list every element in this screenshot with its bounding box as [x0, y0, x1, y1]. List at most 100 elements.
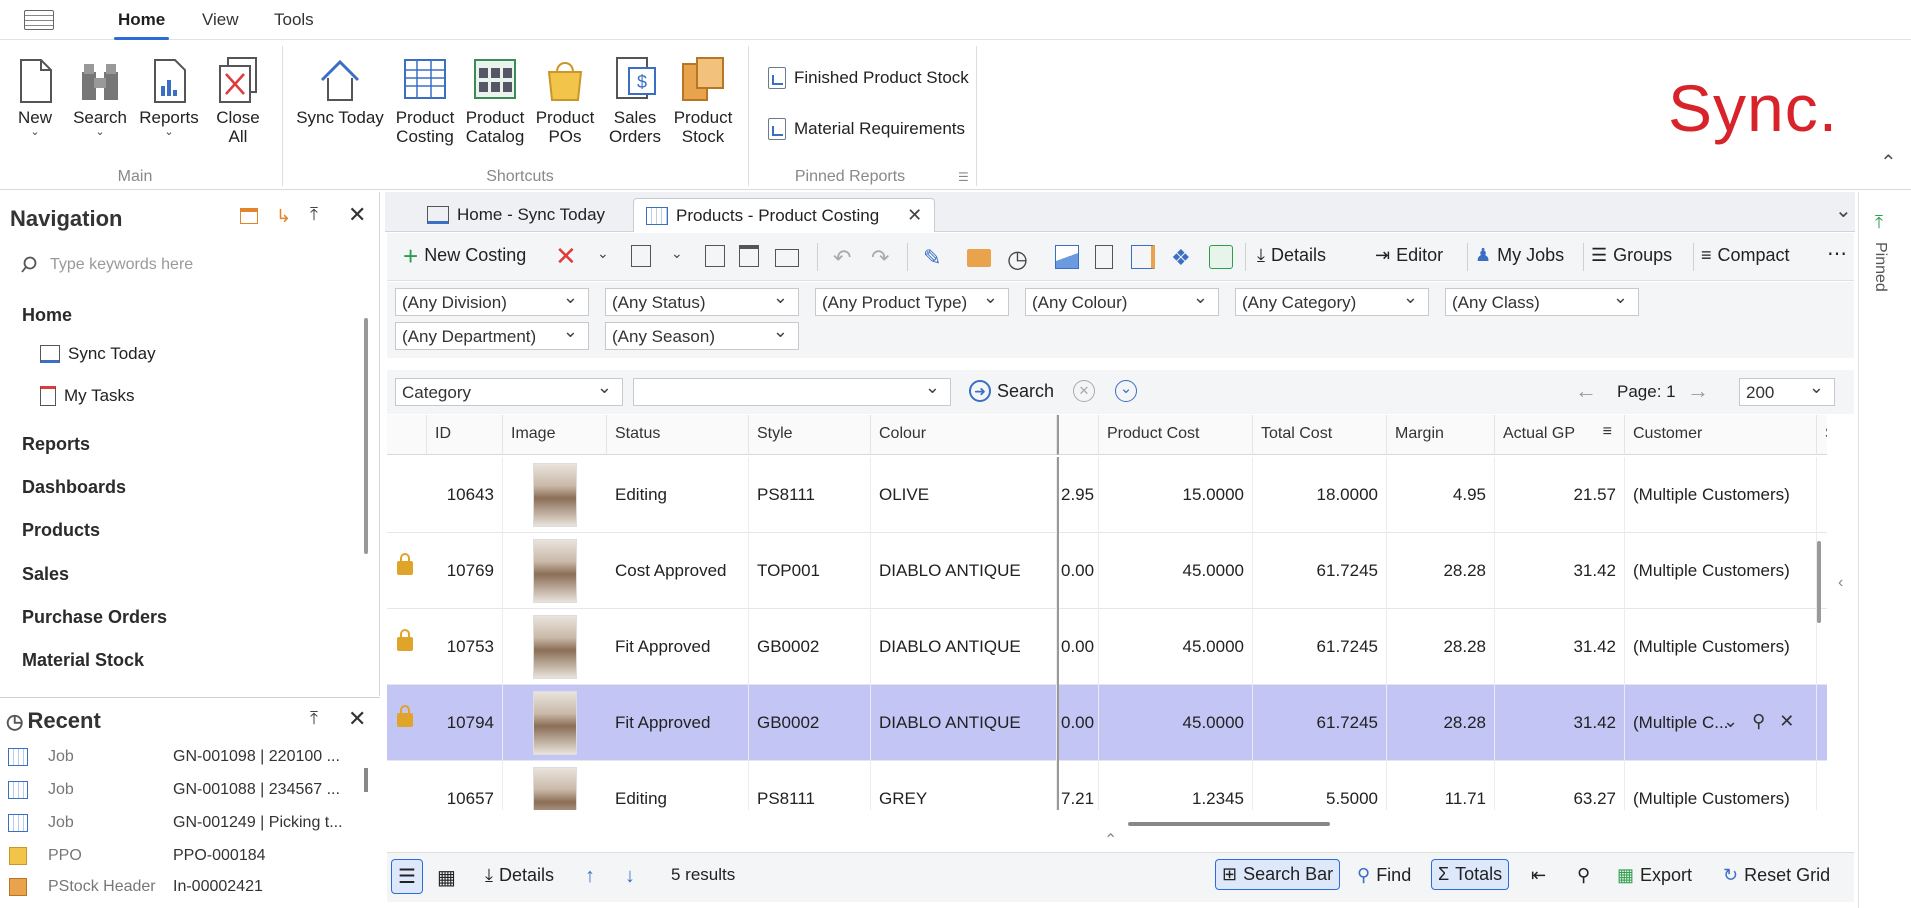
- cell-style[interactable]: PS8111: [749, 457, 871, 533]
- paste-icon[interactable]: [739, 245, 759, 267]
- pin-icon[interactable]: ⤒: [310, 204, 318, 225]
- nav-search-field[interactable]: Type keywords here: [20, 250, 360, 280]
- cell-actual-gp[interactable]: 31.42: [1495, 533, 1625, 609]
- product-image[interactable]: [533, 463, 577, 527]
- tab-view[interactable]: View: [202, 10, 239, 30]
- cell-id[interactable]: 10657: [427, 761, 503, 810]
- cell-style[interactable]: GB0002: [749, 685, 871, 761]
- cell-status[interactable]: Editing: [607, 457, 749, 533]
- document-icon[interactable]: [1095, 245, 1113, 269]
- recent-item[interactable]: Job GN-001098 | 220100 ...: [0, 740, 360, 773]
- money-icon[interactable]: [1209, 245, 1233, 269]
- find-button[interactable]: ⚲ Find: [1357, 865, 1411, 886]
- tab-tools[interactable]: Tools: [274, 10, 314, 30]
- nav-item-sales[interactable]: Sales: [22, 564, 69, 585]
- cell-actual-gp[interactable]: 31.42: [1495, 685, 1625, 761]
- nav-item-home[interactable]: Home: [22, 305, 72, 326]
- cell-product-cost[interactable]: 45.0000: [1099, 609, 1253, 685]
- column-header-image[interactable]: Image: [503, 415, 607, 455]
- cell-customer[interactable]: (Multiple Customers): [1625, 457, 1817, 533]
- product-pos-button[interactable]: Product POs: [534, 56, 596, 146]
- tab-product-costing[interactable]: Products - Product Costing ✕: [633, 198, 936, 232]
- nav-home-icon[interactable]: [240, 208, 258, 224]
- product-type-filter[interactable]: (Any Product Type): [815, 287, 1009, 316]
- previous-page-icon[interactable]: ←: [1575, 378, 1597, 404]
- cell-total-cost[interactable]: 61.7245: [1253, 685, 1387, 761]
- cell-total-cost[interactable]: 61.7245: [1253, 609, 1387, 685]
- image-icon[interactable]: [1055, 245, 1079, 269]
- cell-margin[interactable]: 4.95: [1387, 457, 1495, 533]
- cell-style[interactable]: TOP001: [749, 533, 871, 609]
- cell-colour[interactable]: OLIVE: [871, 457, 1057, 533]
- cell-product-cost[interactable]: 1.2345: [1099, 761, 1253, 810]
- cell-id[interactable]: 10643: [427, 457, 503, 533]
- print-icon[interactable]: [775, 249, 799, 267]
- pinned-side-panel[interactable]: ⤒ Pinned: [1858, 192, 1911, 908]
- column-header-actual-gp[interactable]: Actual GP ≡: [1495, 415, 1625, 455]
- preview-icon[interactable]: ⚲: [1577, 865, 1590, 886]
- sync-today-button[interactable]: Sync Today: [296, 56, 384, 127]
- redo-icon[interactable]: ↷: [871, 245, 895, 270]
- category-filter[interactable]: (Any Category): [1235, 287, 1429, 316]
- cell-id[interactable]: 10769: [427, 533, 503, 609]
- copy-special-icon[interactable]: [631, 245, 651, 267]
- pinned-report-material-requirements[interactable]: Material Requirements: [768, 118, 965, 140]
- workflow-icon[interactable]: [1131, 245, 1155, 269]
- app-menu-icon[interactable]: [24, 10, 54, 30]
- cell-customer[interactable]: (Multiple Customers): [1625, 533, 1817, 609]
- details-button[interactable]: ⤓ Details: [1257, 245, 1326, 266]
- compact-button[interactable]: ≡ Compact: [1701, 245, 1790, 266]
- cell-hidden[interactable]: 0.00: [1057, 609, 1099, 685]
- chevron-down-icon[interactable]: ⌄: [671, 245, 685, 269]
- column-header-margin[interactable]: Margin: [1387, 415, 1495, 455]
- tab-home[interactable]: Home: [113, 10, 170, 40]
- move-up-icon[interactable]: ↑: [585, 865, 595, 888]
- tab-home-sync-today[interactable]: Home - Sync Today: [415, 198, 617, 232]
- table-row[interactable]: 10769 Cost Approved TOP001 DIABLO ANTIQUE 0.…: [387, 533, 1827, 609]
- table-row[interactable]: 10657 Editing PS8111 GREY 7.21 1.2345 5.5000 11…: [387, 761, 1827, 810]
- recent-item[interactable]: PStock Header In-00002421: [0, 872, 360, 902]
- fit-columns-icon[interactable]: ⇤: [1531, 865, 1546, 886]
- cell-total-cost[interactable]: 18.0000: [1253, 457, 1387, 533]
- search-button[interactable]: ➜ Search: [969, 380, 1054, 402]
- move-down-icon[interactable]: ↓: [625, 865, 635, 888]
- nav-item-products[interactable]: Products: [22, 520, 100, 541]
- cell-colour[interactable]: DIABLO ANTIQUE: [871, 609, 1057, 685]
- more-options-icon[interactable]: ⋯: [1827, 241, 1847, 266]
- cell-actual-gp[interactable]: 31.42: [1495, 609, 1625, 685]
- cell-product-cost[interactable]: 45.0000: [1099, 533, 1253, 609]
- reports-button[interactable]: Reports ⌄: [138, 56, 200, 138]
- collapse-side-icon[interactable]: ‹: [1838, 574, 1843, 592]
- product-image[interactable]: [533, 767, 577, 810]
- cell-hidden[interactable]: 2.95: [1057, 457, 1099, 533]
- nav-scrollbar[interactable]: [364, 318, 368, 554]
- recent-item[interactable]: Job GN-001088 | 234567 ...: [0, 773, 360, 806]
- cell-total-cost[interactable]: 61.7245: [1253, 533, 1387, 609]
- cell-hidden[interactable]: 0.00: [1057, 685, 1099, 761]
- page-size-select[interactable]: 200: [1739, 377, 1835, 406]
- search-value-input[interactable]: [633, 377, 951, 406]
- cell-customer[interactable]: (Multiple Customers): [1625, 761, 1817, 810]
- collapse-ribbon-icon[interactable]: ⌃: [1880, 150, 1897, 175]
- copy-icon[interactable]: [705, 245, 725, 267]
- colour-filter[interactable]: (Any Colour): [1025, 287, 1219, 316]
- grid-vertical-scrollbar[interactable]: [1817, 541, 1821, 623]
- season-filter[interactable]: (Any Season): [605, 321, 799, 350]
- cell-actual-gp[interactable]: 63.27: [1495, 761, 1625, 810]
- cell-style[interactable]: GB0002: [749, 609, 871, 685]
- expand-up-icon[interactable]: ⌃: [1104, 830, 1117, 850]
- close-icon[interactable]: ✕: [1779, 711, 1794, 732]
- column-header-size[interactable]: Siz: [1817, 415, 1827, 455]
- editor-button[interactable]: ⇥ Editor: [1375, 245, 1443, 266]
- product-catalog-button[interactable]: Product Catalog: [464, 56, 526, 146]
- pin-icon[interactable]: ⤒: [310, 708, 318, 729]
- cell-margin[interactable]: 28.28: [1387, 685, 1495, 761]
- new-button[interactable]: New ⌄: [10, 56, 60, 138]
- nav-item-my-tasks[interactable]: My Tasks: [40, 386, 135, 406]
- cell-colour[interactable]: DIABLO ANTIQUE: [871, 533, 1057, 609]
- grid-horizontal-scrollbar[interactable]: [1128, 822, 1330, 826]
- cell-status[interactable]: Cost Approved: [607, 533, 749, 609]
- product-image[interactable]: [533, 539, 577, 603]
- cell-status[interactable]: Fit Approved: [607, 609, 749, 685]
- list-view-icon[interactable]: ☰: [391, 859, 423, 894]
